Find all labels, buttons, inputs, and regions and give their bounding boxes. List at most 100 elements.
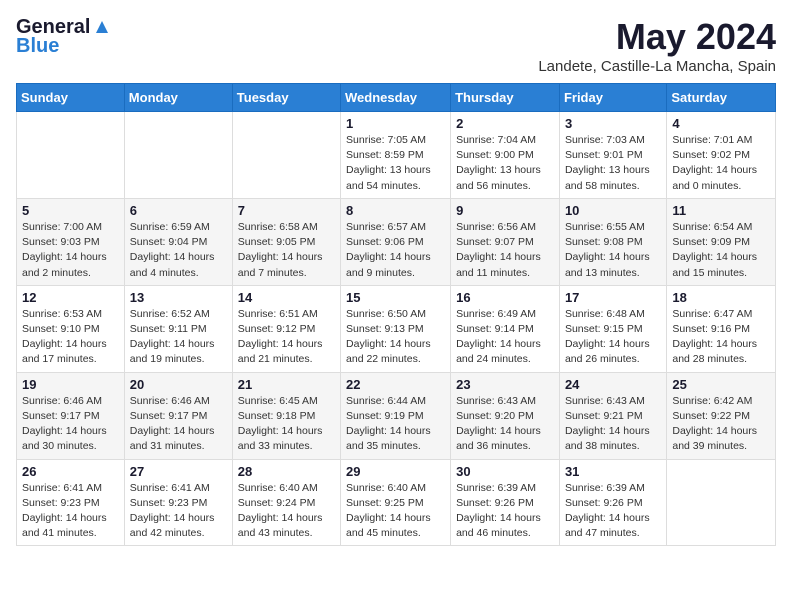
day-info-line: Daylight: 14 hours [346, 337, 445, 352]
day-info-line: Daylight: 14 hours [130, 337, 227, 352]
day-info-line: Daylight: 14 hours [130, 424, 227, 439]
day-info-line: and 38 minutes. [565, 439, 661, 454]
logo-icon [94, 19, 110, 35]
day-info-line: Sunset: 9:18 PM [238, 409, 335, 424]
day-info-line: Sunset: 9:08 PM [565, 235, 661, 250]
day-info-line: and 42 minutes. [130, 526, 227, 541]
day-info-line: Daylight: 14 hours [565, 337, 661, 352]
day-info-line: Daylight: 14 hours [456, 511, 554, 526]
logo-blue: Blue [16, 35, 59, 58]
day-info-line: Daylight: 14 hours [238, 250, 335, 265]
logo: General Blue [16, 16, 110, 58]
day-number: 9 [456, 203, 554, 218]
day-info-line: Sunset: 9:16 PM [672, 322, 770, 337]
day-info-line: and 54 minutes. [346, 179, 445, 194]
day-info-line: Sunset: 9:17 PM [130, 409, 227, 424]
day-info-line: Sunrise: 7:05 AM [346, 133, 445, 148]
calendar-cell: 29Sunrise: 6:40 AMSunset: 9:25 PMDayligh… [341, 459, 451, 546]
day-info-line: Sunrise: 6:53 AM [22, 307, 119, 322]
day-info-line: Sunset: 9:11 PM [130, 322, 227, 337]
day-info-line: Sunset: 9:25 PM [346, 496, 445, 511]
day-info-line: Sunrise: 6:47 AM [672, 307, 770, 322]
day-info-line: Daylight: 14 hours [346, 250, 445, 265]
day-info-line: and 31 minutes. [130, 439, 227, 454]
day-number: 26 [22, 464, 119, 479]
day-info-line: and 19 minutes. [130, 352, 227, 367]
calendar-cell: 28Sunrise: 6:40 AMSunset: 9:24 PMDayligh… [232, 459, 340, 546]
day-info-line: Sunset: 9:19 PM [346, 409, 445, 424]
day-info-line: Sunset: 9:22 PM [672, 409, 770, 424]
day-info-line: and 2 minutes. [22, 266, 119, 281]
day-info-line: Sunrise: 6:51 AM [238, 307, 335, 322]
calendar-cell: 13Sunrise: 6:52 AMSunset: 9:11 PMDayligh… [124, 285, 232, 372]
day-info-line: and 33 minutes. [238, 439, 335, 454]
day-info-line: Sunrise: 6:43 AM [565, 394, 661, 409]
day-info-line: Sunrise: 6:45 AM [238, 394, 335, 409]
day-info-line: Sunset: 9:09 PM [672, 235, 770, 250]
day-info-line: Sunrise: 6:39 AM [565, 481, 661, 496]
calendar-cell: 1Sunrise: 7:05 AMSunset: 8:59 PMDaylight… [341, 112, 451, 199]
day-number: 14 [238, 290, 335, 305]
day-number: 6 [130, 203, 227, 218]
day-info-line: and 22 minutes. [346, 352, 445, 367]
day-info-line: Daylight: 14 hours [456, 250, 554, 265]
calendar-cell: 21Sunrise: 6:45 AMSunset: 9:18 PMDayligh… [232, 372, 340, 459]
day-number: 29 [346, 464, 445, 479]
day-info-line: Daylight: 14 hours [22, 250, 119, 265]
day-info-line: Daylight: 14 hours [238, 511, 335, 526]
day-info-line: and 24 minutes. [456, 352, 554, 367]
day-number: 30 [456, 464, 554, 479]
weekday-header: Monday [124, 84, 232, 112]
calendar-cell: 25Sunrise: 6:42 AMSunset: 9:22 PMDayligh… [667, 372, 776, 459]
weekday-header: Thursday [451, 84, 560, 112]
calendar-week-row: 12Sunrise: 6:53 AMSunset: 9:10 PMDayligh… [17, 285, 776, 372]
day-info-line: Sunrise: 6:46 AM [130, 394, 227, 409]
weekday-header: Tuesday [232, 84, 340, 112]
day-number: 2 [456, 116, 554, 131]
day-number: 4 [672, 116, 770, 131]
day-info-line: Daylight: 14 hours [456, 424, 554, 439]
day-info-line: and 26 minutes. [565, 352, 661, 367]
day-info-line: Daylight: 14 hours [346, 424, 445, 439]
day-info-line: Sunset: 9:14 PM [456, 322, 554, 337]
day-number: 17 [565, 290, 661, 305]
day-number: 20 [130, 377, 227, 392]
day-info-line: Daylight: 14 hours [456, 337, 554, 352]
day-number: 19 [22, 377, 119, 392]
day-number: 12 [22, 290, 119, 305]
calendar-cell: 22Sunrise: 6:44 AMSunset: 9:19 PMDayligh… [341, 372, 451, 459]
day-info-line: Sunset: 9:05 PM [238, 235, 335, 250]
day-number: 11 [672, 203, 770, 218]
calendar-cell: 16Sunrise: 6:49 AMSunset: 9:14 PMDayligh… [451, 285, 560, 372]
day-info-line: and 36 minutes. [456, 439, 554, 454]
day-info-line: and 58 minutes. [565, 179, 661, 194]
day-info-line: Sunset: 9:07 PM [456, 235, 554, 250]
day-number: 7 [238, 203, 335, 218]
day-info-line: Daylight: 14 hours [130, 250, 227, 265]
calendar-cell: 9Sunrise: 6:56 AMSunset: 9:07 PMDaylight… [451, 198, 560, 285]
calendar-cell: 4Sunrise: 7:01 AMSunset: 9:02 PMDaylight… [667, 112, 776, 199]
day-info-line: Sunset: 9:04 PM [130, 235, 227, 250]
day-info-line: Daylight: 14 hours [565, 424, 661, 439]
day-number: 3 [565, 116, 661, 131]
day-info-line: and 0 minutes. [672, 179, 770, 194]
day-number: 24 [565, 377, 661, 392]
day-info-line: and 21 minutes. [238, 352, 335, 367]
day-number: 1 [346, 116, 445, 131]
day-info-line: Sunset: 9:01 PM [565, 148, 661, 163]
day-info-line: and 39 minutes. [672, 439, 770, 454]
page-header: General Blue May 2024 Landete, Castille-… [16, 16, 776, 75]
day-number: 10 [565, 203, 661, 218]
day-number: 23 [456, 377, 554, 392]
day-info-line: Daylight: 13 hours [456, 163, 554, 178]
day-info-line: Sunset: 9:20 PM [456, 409, 554, 424]
day-number: 21 [238, 377, 335, 392]
day-info-line: Sunrise: 6:43 AM [456, 394, 554, 409]
location-title: Landete, Castille-La Mancha, Spain [538, 58, 776, 75]
calendar-cell: 12Sunrise: 6:53 AMSunset: 9:10 PMDayligh… [17, 285, 125, 372]
day-info-line: Sunset: 9:21 PM [565, 409, 661, 424]
calendar-cell: 31Sunrise: 6:39 AMSunset: 9:26 PMDayligh… [559, 459, 666, 546]
day-info-line: and 45 minutes. [346, 526, 445, 541]
calendar-cell: 17Sunrise: 6:48 AMSunset: 9:15 PMDayligh… [559, 285, 666, 372]
day-info-line: Sunrise: 6:58 AM [238, 220, 335, 235]
